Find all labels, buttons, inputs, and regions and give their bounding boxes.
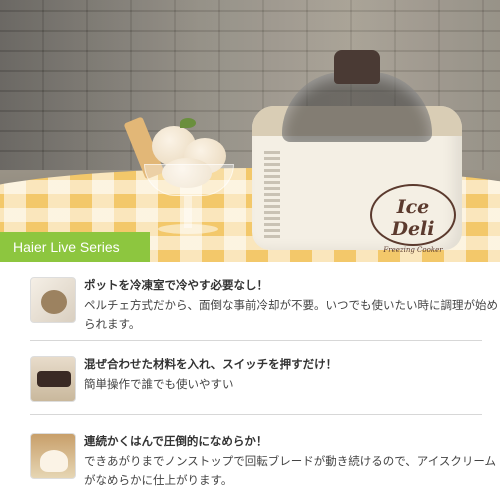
ice-deli-logo: Ice Deli Freezing Cooker [370,184,456,254]
pot-thumbnail [30,277,76,323]
mint-leaf [180,118,196,128]
feature-text: できあがりまでノンストップで回転ブレードが動き続けるので、アイスクリームがなめら… [84,454,497,487]
dessert-glass [144,164,234,196]
series-badge: Haier Live Series [0,232,150,262]
glass-foot [158,224,218,234]
feature-title: 連続かくはんで圧倒的になめらか！ [84,434,268,448]
divider [30,340,482,341]
ice-cream-thumbnail [30,433,76,479]
hero-image: Ice Deli Freezing Cooker Haier Live Seri… [0,0,500,262]
feature-text: ペルチェ方式だから、面倒な事前冷却が不要。いつでも使いたい時に調理が始められます… [84,298,498,331]
feature-list: ポットを冷凍室で冷やす必要なし！ ペルチェ方式だから、面倒な事前冷却が不要。いつ… [0,262,500,500]
feature-title: 混ぜ合わせた材料を入れ、スイッチを押すだけ！ [84,357,338,371]
feature-title: ポットを冷凍室で冷やす必要なし！ [84,278,268,292]
logo-sub-text: Freezing Cooker [383,246,443,254]
ice-cream-cup [123,116,244,242]
switch-thumbnail [30,356,76,402]
ice-cream-maker: Ice Deli Freezing Cooker [252,50,462,254]
divider [30,414,482,415]
feature-text: 簡単操作で誰でも使いやすい [84,377,234,391]
logo-main-text: Ice Deli [391,196,435,240]
lid-cap [334,50,380,84]
machine-vent [264,150,280,238]
